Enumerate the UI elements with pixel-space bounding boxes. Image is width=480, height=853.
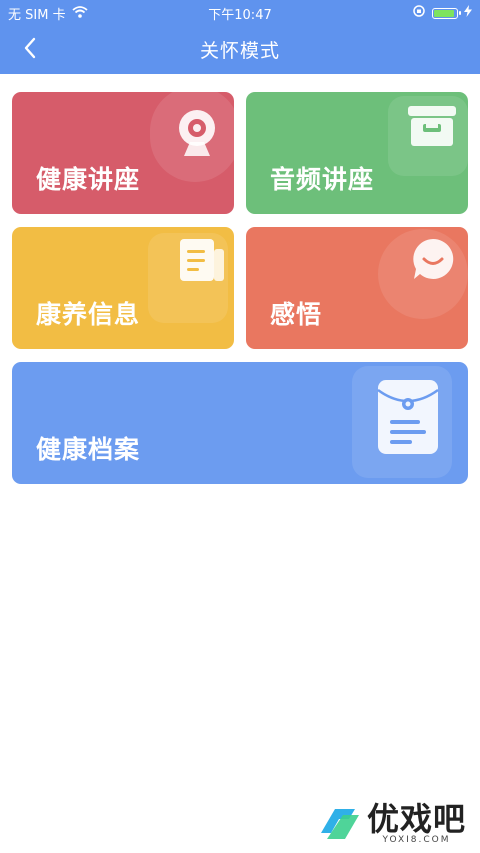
brand-logo-icon <box>320 809 359 839</box>
newspaper-icon <box>178 237 228 287</box>
status-bar: 无 SIM 卡 下午10:47 <box>0 0 480 24</box>
card-label: 健康讲座 <box>36 165 141 194</box>
card-wellness-info[interactable]: 康养信息 <box>12 227 234 349</box>
webcam-icon <box>170 106 224 164</box>
card-audio-lecture[interactable]: 音频讲座 <box>246 92 468 214</box>
archive-box-icon <box>406 104 458 152</box>
battery-level <box>434 9 454 17</box>
document-envelope-icon <box>376 378 440 462</box>
page-title: 关怀模式 <box>199 40 280 62</box>
header: 无 SIM 卡 下午10:47 关怀模式 <box>0 0 480 74</box>
watermark-logo: 优戏吧 YOXI8.COM <box>315 803 466 845</box>
status-time: 下午10:47 <box>208 8 272 23</box>
card-health-lecture[interactable]: 健康讲座 <box>12 92 234 214</box>
battery-icon <box>432 7 461 19</box>
nav-bar: 关怀模式 <box>0 24 480 74</box>
card-health-records[interactable]: 健康档案 <box>12 362 468 484</box>
brand-name: 优戏吧 <box>366 800 466 838</box>
card-label: 康养信息 <box>36 300 141 329</box>
card-reflections[interactable]: 感悟 <box>246 227 468 349</box>
orientation-lock-icon <box>412 4 426 22</box>
card-label: 健康档案 <box>36 435 141 464</box>
charging-icon <box>464 5 472 21</box>
card-label: 感悟 <box>270 300 323 329</box>
smile-chat-icon <box>410 237 456 287</box>
card-label: 音频讲座 <box>270 165 375 194</box>
